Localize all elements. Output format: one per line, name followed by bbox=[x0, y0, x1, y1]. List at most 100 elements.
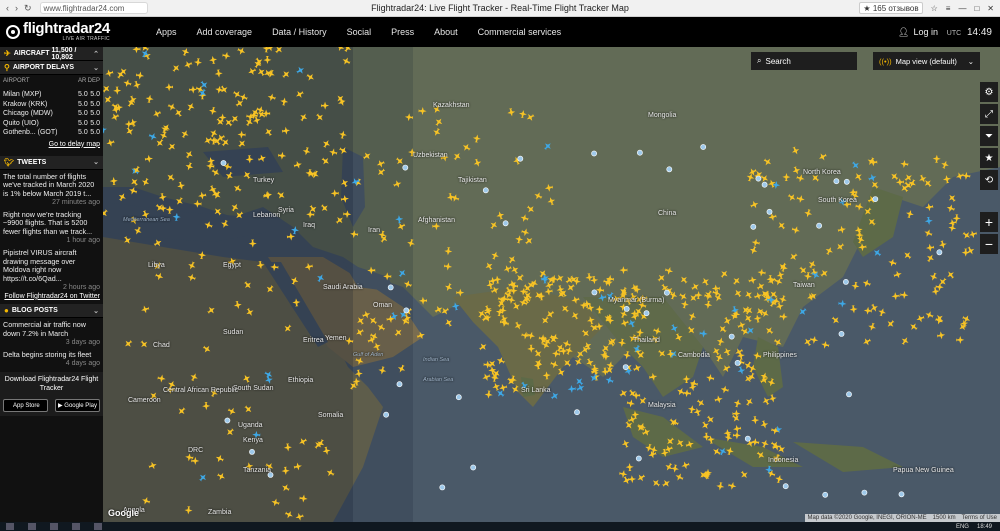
reviews-badge[interactable]: ★ 165 отзывов bbox=[859, 2, 923, 14]
tweet-item[interactable]: Right now we're tracking ~9900 flights. … bbox=[0, 208, 103, 246]
blog-panel-header[interactable]: ● BLOG POSTS ⌄ bbox=[0, 304, 103, 319]
login-button[interactable]: 👤︎ Log in bbox=[898, 27, 938, 38]
back-icon[interactable]: ‹ bbox=[6, 3, 9, 14]
airport-pin-icon[interactable] bbox=[936, 249, 943, 256]
airport-pin-icon[interactable] bbox=[439, 484, 446, 491]
close-icon[interactable]: ✕ bbox=[987, 4, 994, 13]
airport-pin-icon[interactable] bbox=[728, 333, 735, 340]
zoom-out-button[interactable]: − bbox=[980, 234, 998, 254]
chevron-down-icon[interactable]: ⌄ bbox=[93, 307, 99, 315]
airport-pin-icon[interactable] bbox=[249, 448, 255, 455]
filter-icon[interactable]: ⏷ bbox=[980, 126, 998, 146]
logo[interactable]: flightradar24 LIVE AIR TRAFFIC bbox=[0, 21, 140, 42]
airport-pin-icon[interactable] bbox=[402, 164, 409, 171]
airport-pin-icon[interactable] bbox=[637, 149, 643, 156]
tweet-item[interactable]: The total number of flights we've tracke… bbox=[0, 170, 103, 208]
chevron-up-icon[interactable]: ⌃ bbox=[93, 50, 99, 58]
blog-post[interactable]: Commercial air traffic now down 7.2% in … bbox=[0, 318, 103, 347]
airport-pin-icon[interactable] bbox=[872, 196, 879, 202]
menu-commercial-services[interactable]: Commercial services bbox=[468, 27, 572, 37]
airport-pin-icon[interactable] bbox=[816, 222, 822, 229]
aircraft-panel-header[interactable]: ✈ AIRCRAFT 11,500 / 10,802 ⌃ bbox=[0, 47, 103, 61]
maximize-icon[interactable]: □ bbox=[974, 4, 979, 13]
menu-data-history[interactable]: Data / History bbox=[262, 27, 337, 37]
airport-pin-icon[interactable] bbox=[387, 284, 394, 291]
airport-pin-icon[interactable] bbox=[635, 455, 642, 462]
zoom-in-button[interactable]: + bbox=[980, 212, 998, 232]
delay-row[interactable]: Gothenb... (GOT) 5.0 5.0 bbox=[3, 128, 100, 138]
delay-row[interactable]: Quito (UIO) 5.0 5.0 bbox=[3, 119, 100, 129]
airport-pin-icon[interactable] bbox=[838, 330, 845, 337]
airport-pin-icon[interactable] bbox=[750, 223, 757, 230]
airport-pin-icon[interactable] bbox=[833, 178, 840, 185]
app-icon[interactable] bbox=[72, 523, 80, 530]
airport-pin-icon[interactable] bbox=[591, 150, 597, 157]
airport-pin-icon[interactable] bbox=[846, 391, 852, 398]
airport-pin-icon[interactable] bbox=[843, 278, 849, 285]
search-input[interactable]: ⌕ Search bbox=[751, 52, 857, 70]
minimize-icon[interactable]: — bbox=[958, 4, 966, 13]
airport-pin-icon[interactable] bbox=[782, 483, 789, 490]
airport-pin-icon[interactable] bbox=[517, 155, 524, 162]
airport-pin-icon[interactable] bbox=[470, 464, 477, 471]
airport-pin-icon[interactable] bbox=[643, 310, 650, 317]
airport-pin-icon[interactable] bbox=[666, 166, 673, 173]
reload-icon[interactable]: ↻ bbox=[24, 3, 32, 14]
delay-row[interactable]: Milan (MXP) 5.0 5.0 bbox=[3, 90, 100, 100]
airport-pin-icon[interactable] bbox=[482, 187, 489, 194]
airport-pin-icon[interactable] bbox=[455, 394, 462, 401]
browser-icon[interactable] bbox=[50, 523, 58, 530]
airport-pin-icon[interactable] bbox=[224, 417, 231, 424]
airport-pin-icon[interactable] bbox=[744, 435, 751, 442]
map-canvas[interactable] bbox=[103, 47, 1000, 522]
airport-pin-icon[interactable] bbox=[622, 364, 629, 370]
airport-pin-icon[interactable] bbox=[843, 178, 850, 185]
airport-pin-icon[interactable] bbox=[403, 307, 410, 314]
chevron-down-icon[interactable]: ⌄ bbox=[93, 64, 99, 72]
airport-pin-icon[interactable] bbox=[700, 144, 707, 150]
airport-pin-icon[interactable] bbox=[734, 359, 741, 366]
delay-row[interactable]: Chicago (MDW) 5.0 5.0 bbox=[3, 109, 100, 119]
follow-twitter-link[interactable]: Follow Flightradar24 on Twitter bbox=[0, 293, 103, 302]
airport-pin-icon[interactable] bbox=[502, 220, 509, 227]
start-icon[interactable] bbox=[6, 523, 14, 530]
settings-gear-icon[interactable]: ⚙ bbox=[980, 82, 998, 102]
menu-icon[interactable]: ≡ bbox=[946, 4, 951, 13]
airport-pin-icon[interactable] bbox=[396, 381, 403, 388]
tweet-item[interactable]: Pipistrel VIRUS aircraft drawing message… bbox=[0, 246, 103, 293]
explorer-icon[interactable] bbox=[28, 523, 36, 530]
delay-row[interactable]: Krakow (KRK) 5.0 5.0 bbox=[3, 100, 100, 110]
menu-apps[interactable]: Apps bbox=[146, 27, 187, 37]
map-view-select[interactable]: ((•)) Map view (default) ⌄ bbox=[873, 52, 980, 70]
bookmark-star-icon[interactable]: ★ bbox=[980, 148, 998, 168]
menu-press[interactable]: Press bbox=[381, 27, 424, 37]
address-bar[interactable]: www.flightradar24.com bbox=[39, 2, 148, 14]
playback-icon[interactable]: ⟲ bbox=[980, 170, 998, 190]
airport-pin-icon[interactable] bbox=[822, 491, 829, 498]
airport-pin-icon[interactable] bbox=[383, 411, 389, 418]
language-indicator[interactable]: ENG bbox=[956, 524, 969, 530]
airport-pin-icon[interactable] bbox=[220, 160, 227, 166]
delay-map-link[interactable]: Go to delay map bbox=[3, 140, 100, 149]
airport-pin-icon[interactable] bbox=[755, 175, 762, 182]
menu-add-coverage[interactable]: Add coverage bbox=[187, 27, 263, 37]
airport-pin-icon[interactable] bbox=[761, 181, 768, 188]
bookmark-icon[interactable]: ☆ bbox=[931, 4, 938, 13]
tweets-panel-header[interactable]: 🐦︎ TWEETS ⌄ bbox=[0, 155, 103, 170]
airport-pin-icon[interactable] bbox=[861, 489, 868, 496]
chevron-down-icon[interactable]: ⌄ bbox=[93, 158, 99, 166]
airport-pin-icon[interactable] bbox=[623, 305, 630, 312]
app-icon[interactable] bbox=[94, 523, 102, 530]
flight-map[interactable]: Kazakhstan Mongolia Uzbekistan Tajikistan Tu… bbox=[103, 47, 1000, 522]
forward-icon[interactable]: › bbox=[15, 3, 18, 14]
delays-panel-header[interactable]: ⚲ AIRPORT DELAYS ⌄ bbox=[0, 61, 103, 75]
menu-about[interactable]: About bbox=[424, 27, 468, 37]
airport-pin-icon[interactable] bbox=[574, 409, 580, 416]
fullscreen-icon[interactable]: ⤢ bbox=[980, 104, 998, 124]
app-store-button[interactable]: App Store bbox=[3, 399, 48, 413]
airport-pin-icon[interactable] bbox=[591, 289, 598, 296]
airport-pin-icon[interactable] bbox=[766, 208, 773, 215]
blog-post[interactable]: Delta begins storing its fleet 4 days ag… bbox=[0, 348, 103, 369]
google-play-button[interactable]: ▶ Google Play bbox=[55, 399, 100, 413]
terms-link[interactable]: Terms of Use bbox=[962, 515, 997, 521]
